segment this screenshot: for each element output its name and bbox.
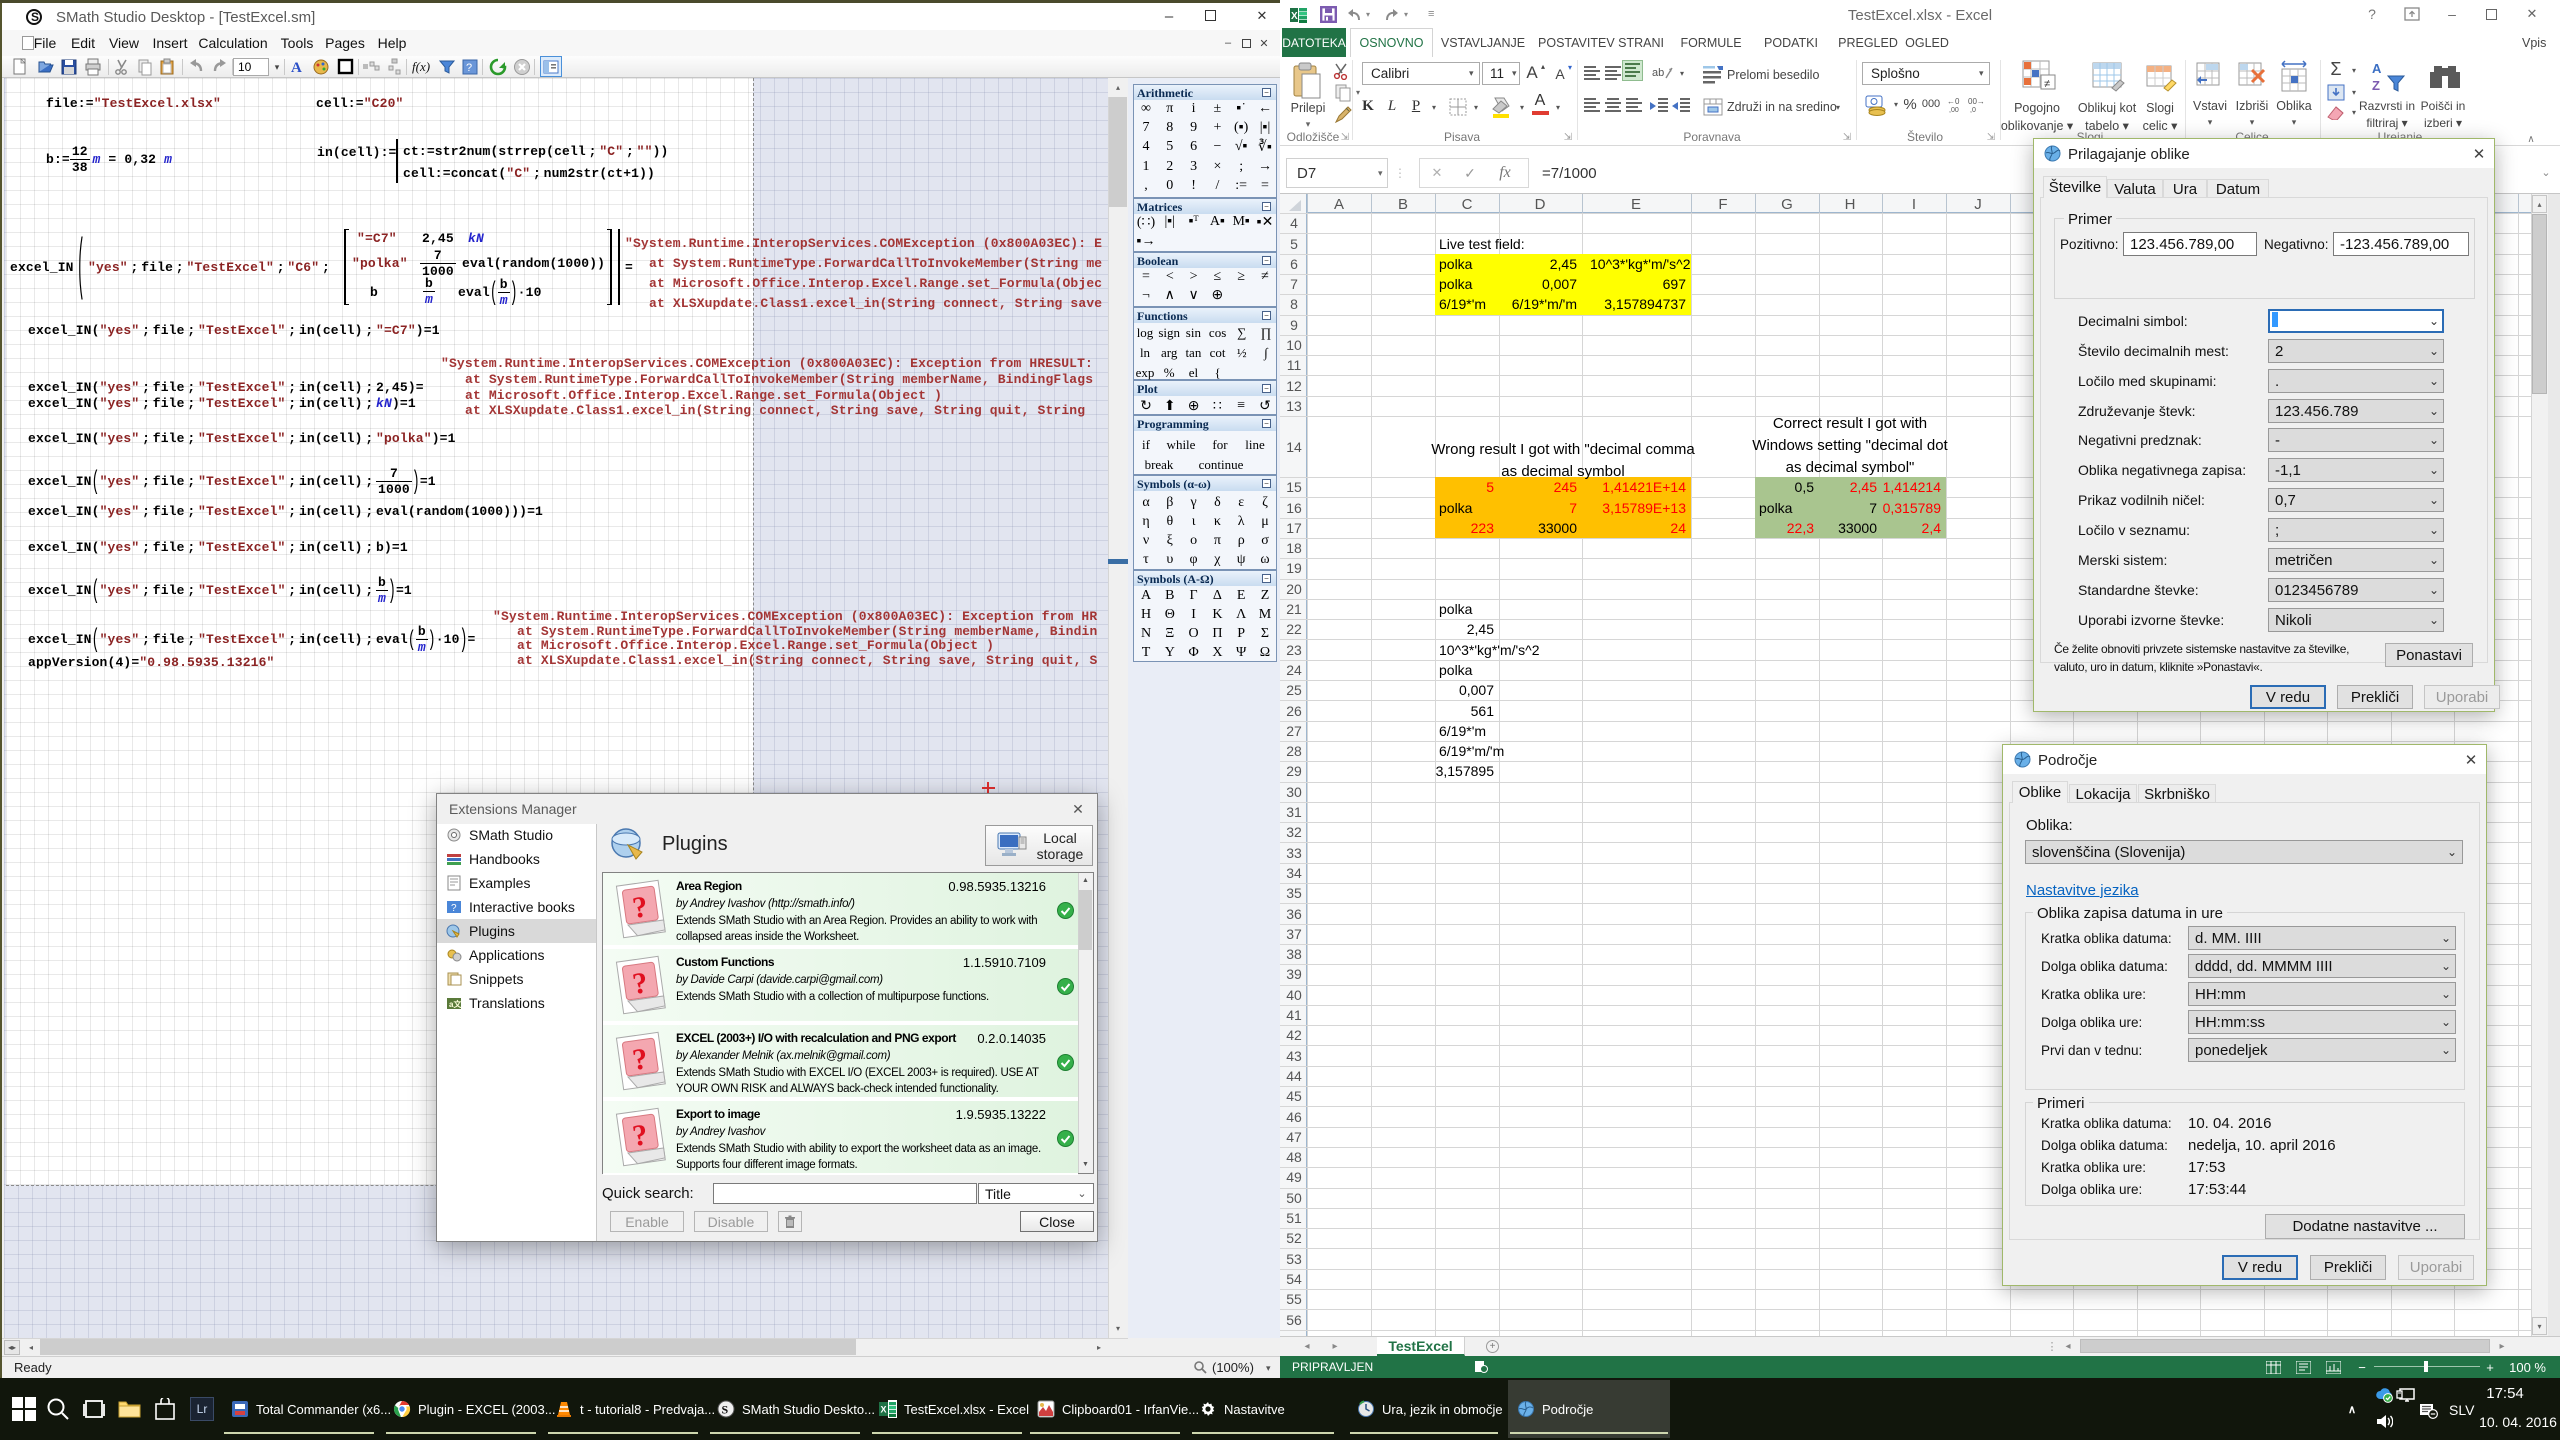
svg-text:a文: a文 [449,999,462,1009]
svg-text:?: ? [466,62,472,74]
svg-text:00→: 00→ [1968,97,1985,106]
svg-text:Z: Z [2372,78,2380,93]
svg-text:←0: ←0 [1947,97,1960,106]
svg-text:≠: ≠ [2044,78,2050,90]
svg-text:X: X [881,1405,887,1415]
svg-text:,00: ,00 [1949,107,1959,113]
svg-text:?: ? [451,903,457,914]
svg-text:A: A [2372,61,2382,76]
svg-text:ab: ab [1652,67,1664,79]
svg-text:,0: ,0 [1970,107,1976,113]
svg-text:X: X [1291,11,1298,22]
svg-text:S: S [722,1403,729,1417]
svg-text:A: A [291,60,302,76]
